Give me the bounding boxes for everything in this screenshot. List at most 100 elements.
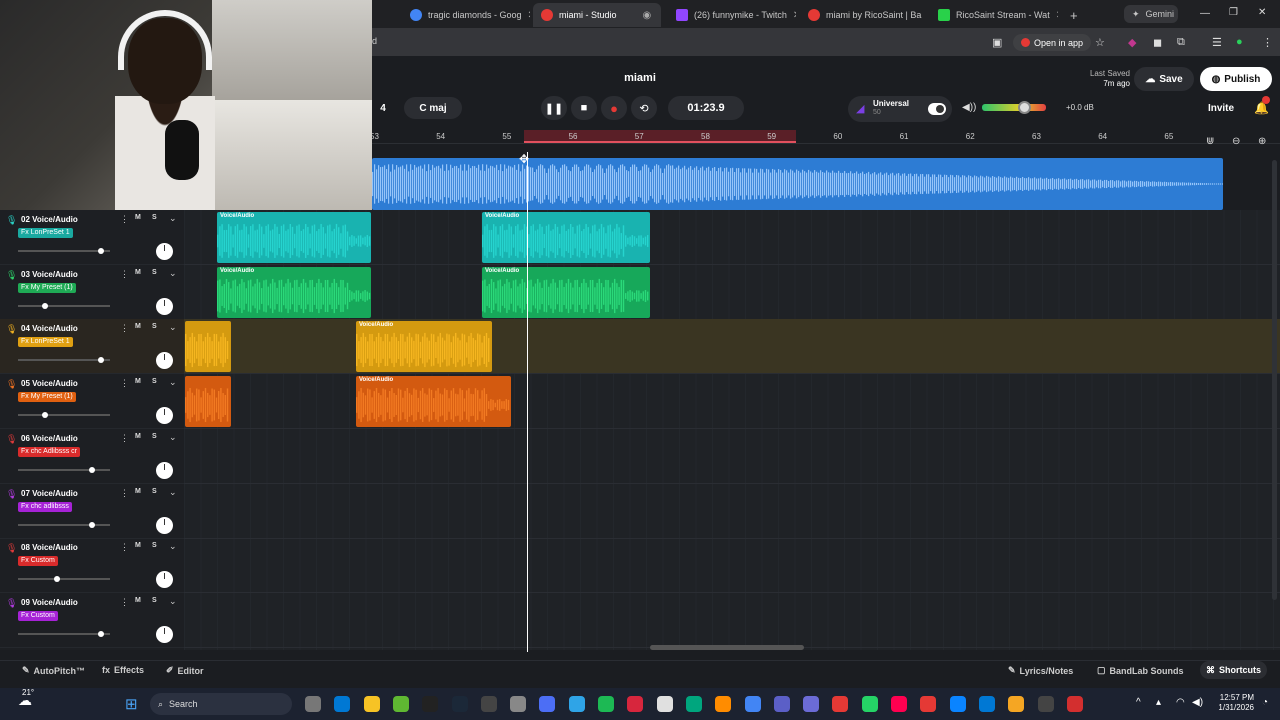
close-tab-icon[interactable]: ✕ <box>927 10 928 21</box>
track-lane[interactable] <box>184 593 1280 648</box>
tab-rumble[interactable]: RicoSaint Stream - Wat ✕ <box>930 3 1058 27</box>
track-menu-icon[interactable]: ⋮ <box>120 488 129 499</box>
fx-preset-badge[interactable]: Fx chc adlibsss <box>18 501 72 512</box>
browser-icon[interactable] <box>568 696 585 712</box>
track-lane[interactable] <box>184 484 1280 539</box>
tab-bandlab-song[interactable]: miami by RicoSaint | Ba ✕ <box>800 3 928 27</box>
fader-knob[interactable] <box>89 466 96 473</box>
track-header[interactable]: 🎙 03 Voice/Audio ⋮ M S ⌄ Fx My Preset (1) <box>0 265 184 320</box>
loop-region[interactable] <box>524 130 796 143</box>
app-icon[interactable] <box>832 696 849 712</box>
mute-button[interactable]: M <box>135 214 141 221</box>
track-lane[interactable] <box>184 538 1280 594</box>
shortcuts-button[interactable]: ⌘ Shortcuts <box>1200 661 1268 679</box>
app-icon[interactable] <box>1037 696 1054 712</box>
audio-clip[interactable] <box>185 376 231 428</box>
key-selector[interactable]: C maj <box>404 97 462 119</box>
gemini-button[interactable]: ✦ Gemini <box>1124 5 1178 23</box>
track-name[interactable]: 02 Voice/Audio <box>21 215 78 224</box>
app-icon[interactable] <box>685 696 702 712</box>
fx-preset-badge[interactable]: Fx My Preset (1) <box>18 282 76 293</box>
solo-button[interactable]: S <box>152 433 157 440</box>
horizontal-scrollbar[interactable] <box>650 645 804 650</box>
spotify-icon[interactable] <box>598 696 614 712</box>
playhead[interactable] <box>527 152 528 652</box>
bpm-display[interactable]: 4 <box>372 97 394 119</box>
magnet-snap-icon[interactable]: ⋓ <box>1206 136 1214 147</box>
pan-knob[interactable] <box>156 352 173 370</box>
lyrics-notes-tab[interactable]: ✎ Lyrics/Notes <box>1008 665 1073 676</box>
tab-partial[interactable] <box>380 3 396 27</box>
track-name[interactable]: 07 Voice/Audio <box>21 489 78 498</box>
fader-knob[interactable] <box>97 357 104 364</box>
notifications-bell-icon[interactable]: 🔔 <box>1254 96 1270 115</box>
fx-preset-badge[interactable]: Fx chc Adlibsss cr <box>18 446 81 457</box>
bandlab-sounds-tab[interactable]: ▢ BandLab Sounds <box>1097 665 1184 676</box>
discord-icon[interactable] <box>539 696 556 712</box>
teams-icon[interactable] <box>773 696 790 712</box>
fx-preset-badge[interactable]: Fx Custom <box>18 556 58 567</box>
bandlab-icon[interactable] <box>1066 696 1083 712</box>
tab-twitch[interactable]: (26) funnymike - Twitch ✕ <box>668 3 796 27</box>
audio-clip[interactable]: Voice/Audio <box>217 212 371 263</box>
new-tab-button[interactable]: + <box>1062 3 1086 27</box>
track-menu-icon[interactable]: ⋮ <box>120 323 129 334</box>
solo-button[interactable]: S <box>152 597 157 604</box>
obs-icon[interactable] <box>480 696 497 712</box>
solo-button[interactable]: S <box>152 488 157 495</box>
mute-button[interactable]: M <box>135 433 141 440</box>
invite-button[interactable]: Invite <box>1200 97 1242 119</box>
fx-preset-badge[interactable]: Fx LonPreSet 1 <box>18 228 73 238</box>
solo-button[interactable]: S <box>152 378 157 385</box>
pan-knob[interactable] <box>156 516 173 534</box>
extensions-puzzle-icon[interactable]: ⧉ <box>1177 36 1185 49</box>
app-icon[interactable] <box>803 696 820 712</box>
track-volume-fader[interactable] <box>18 412 110 419</box>
solo-button[interactable]: S <box>152 214 157 221</box>
chevron-down-icon[interactable]: ⌄ <box>169 596 177 607</box>
mute-button[interactable]: M <box>135 542 141 549</box>
chrome-menu-icon[interactable]: ⋮ <box>1262 36 1273 49</box>
speaker-mute-icon[interactable]: ◀)) <box>962 102 976 113</box>
opera-icon[interactable] <box>627 696 644 712</box>
mute-button[interactable]: M <box>135 323 141 330</box>
audio-clip[interactable]: Voice/Audio <box>356 376 511 428</box>
track-volume-fader[interactable] <box>18 302 110 309</box>
weather-widget[interactable]: ☁ 21° <box>18 688 34 709</box>
url-text[interactable]: d <box>372 36 377 46</box>
audio-clip[interactable]: Voice/Audio <box>217 266 371 318</box>
app-icon[interactable] <box>1008 696 1025 712</box>
tray-app-icon[interactable]: ▴ <box>1156 697 1161 708</box>
audio-clip[interactable]: Voice/Audio <box>482 212 650 263</box>
track-header[interactable]: 🎙 04 Voice/Audio ⋮ M S ⌄ Fx LonPreSet 1 <box>0 319 184 375</box>
track-lane[interactable]: Voice/Audio <box>184 319 1280 375</box>
chevron-down-icon[interactable]: ⌄ <box>169 541 177 552</box>
track-header[interactable]: 🎙 08 Voice/Audio ⋮ M S ⌄ Fx Custom <box>0 538 184 594</box>
autopitch-tab[interactable]: ✎ AutoPitch™ <box>22 665 85 676</box>
loop-button[interactable]: ⟲ <box>631 96 657 120</box>
windows-start-icon[interactable]: ⊞ <box>125 695 138 713</box>
fx-preset-badge[interactable]: Fx My Preset (1) <box>18 392 76 403</box>
track-name[interactable]: 09 Voice/Audio <box>21 598 78 607</box>
pan-knob[interactable] <box>156 571 173 589</box>
xbox-icon[interactable] <box>392 696 409 712</box>
solo-button[interactable]: S <box>152 323 157 330</box>
vertical-scrollbar[interactable] <box>1272 160 1277 600</box>
record-button[interactable]: ● <box>601 96 627 120</box>
editor-tab[interactable]: ✐ Editor <box>166 665 204 676</box>
track-menu-icon[interactable]: ⋮ <box>120 269 129 280</box>
track-header[interactable]: 🎙 05 Voice/Audio ⋮ M S ⌄ Fx My Preset (1) <box>0 374 184 430</box>
chevron-down-icon[interactable]: ⌄ <box>169 213 177 224</box>
track-volume-fader[interactable] <box>18 357 110 364</box>
master-volume-slider[interactable] <box>982 101 1046 114</box>
tab-search-icon[interactable]: ☰ <box>1212 36 1222 49</box>
track-lane[interactable] <box>184 429 1280 484</box>
track-name[interactable]: 06 Voice/Audio <box>21 434 78 443</box>
fader-knob[interactable] <box>42 412 49 419</box>
master-track-clip[interactable] <box>372 158 1223 210</box>
install-icon[interactable]: ▣ <box>992 36 1002 49</box>
bookmark-star-icon[interactable]: ☆ <box>1095 36 1105 49</box>
zoom-out-icon[interactable]: ⊖ <box>1232 136 1240 147</box>
chevron-down-icon[interactable]: ⌄ <box>169 377 177 388</box>
steam-icon[interactable] <box>451 696 468 712</box>
